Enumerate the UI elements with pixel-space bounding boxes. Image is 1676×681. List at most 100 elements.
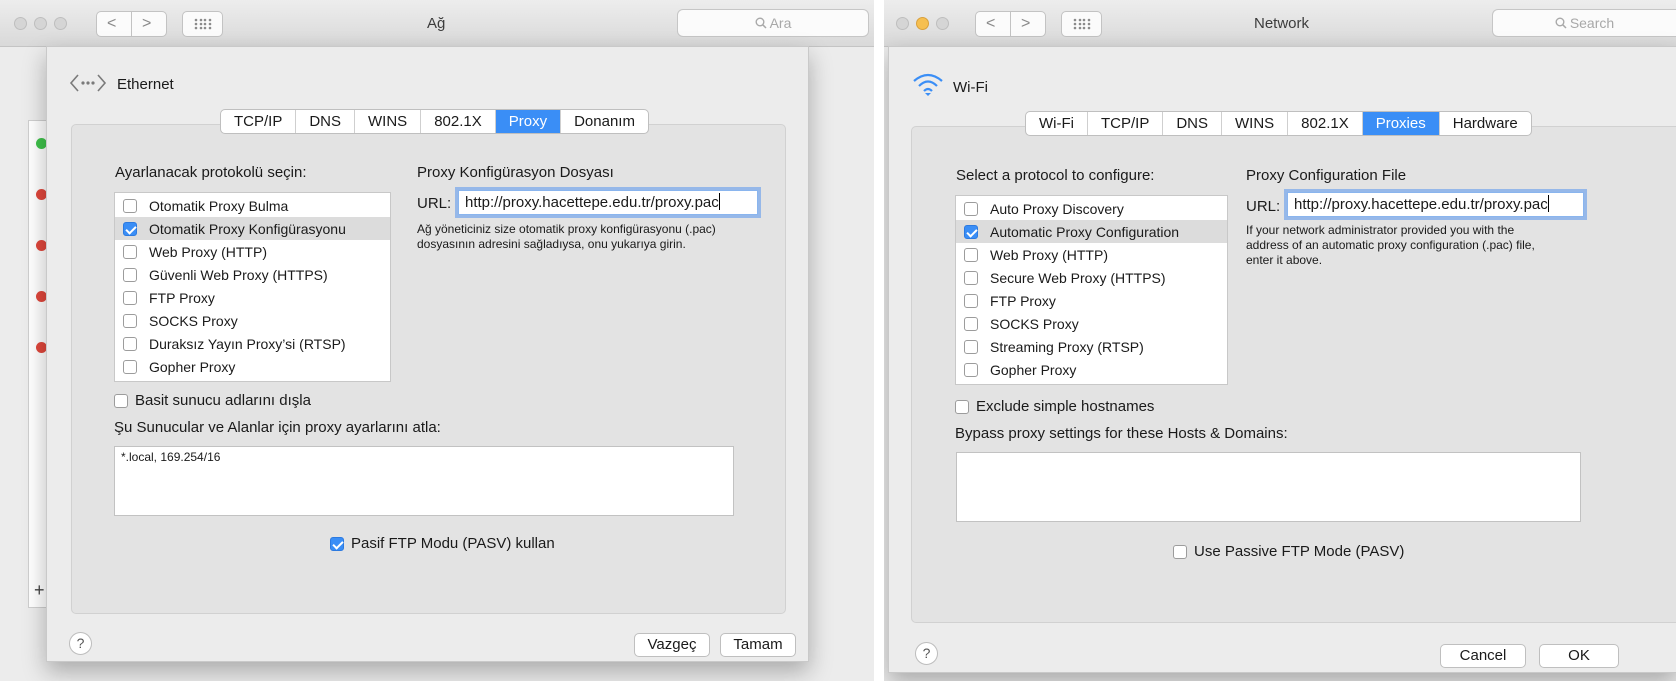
add-service-button[interactable]: + [34,580,45,601]
protocol-item[interactable]: FTP Proxy [956,289,1227,312]
protocol-item[interactable]: Automatic Proxy Configuration [956,220,1227,243]
protocol-item[interactable]: Streaming Proxy (RTSP) [956,335,1227,358]
bypass-hosts-textarea[interactable] [956,452,1581,522]
minimize-window-button[interactable] [34,17,47,30]
help-line: Ağ yöneticiniz size otomatik proxy konfi… [417,222,716,236]
protocol-checkbox[interactable] [964,316,978,331]
protocol-checkbox[interactable] [964,201,978,216]
settings-tabs: Wi-Fi TCP/IP DNS WINS 802.1X Proxies Hardware [1025,111,1532,136]
bypass-label: Bypass proxy settings for these Hosts & … [955,425,1288,442]
protocol-item[interactable]: Gopher Proxy [115,355,390,378]
passive-ftp-row[interactable]: Pasif FTP Modu (PASV) kullan [330,535,555,552]
tab-802-1x[interactable]: 802.1X [421,110,496,133]
tab-dns[interactable]: DNS [296,110,356,133]
cancel-button[interactable]: Vazgeç [634,633,710,657]
tab-hardware[interactable]: Hardware [1440,112,1531,135]
tab-802-1x[interactable]: 802.1X [1288,112,1363,135]
protocol-label-text: Gopher Proxy [990,361,1077,378]
tab-dns[interactable]: DNS [1163,112,1222,135]
back-button[interactable]: < [986,12,995,35]
protocol-item[interactable]: SOCKS Proxy [956,312,1227,335]
protocol-label: Select a protocol to configure: [956,167,1155,184]
protocol-item[interactable]: SOCKS Proxy [115,309,390,332]
show-all-button[interactable] [1061,11,1102,37]
exclude-simple-hostnames[interactable]: Basit sunucu adlarını dışla [114,392,311,409]
protocol-checkbox[interactable] [123,221,137,236]
tab-proxy[interactable]: Proxy [495,110,562,133]
search-placeholder: Ara [769,15,792,31]
tab-proxies[interactable]: Proxies [1362,112,1440,135]
help-button[interactable]: ? [915,642,938,665]
protocol-checkbox[interactable] [964,270,978,285]
protocol-label-text: Web Proxy (HTTP) [990,246,1108,263]
protocol-item[interactable]: Web Proxy (HTTP) [956,243,1227,266]
protocol-item[interactable]: Auto Proxy Discovery [956,197,1227,220]
protocol-checkbox[interactable] [123,198,137,213]
nav-divider [131,11,132,37]
tab-donan-m[interactable]: Donanım [561,110,648,133]
passive-ftp-checkbox[interactable] [1173,544,1187,559]
zoom-window-button[interactable] [936,17,949,30]
window-title: Network [1254,15,1310,32]
window-gap [874,0,884,681]
protocol-checkbox[interactable] [964,362,978,377]
protocol-label-text: Otomatik Proxy Bulma [149,197,289,214]
help-button[interactable]: ? [69,632,92,655]
close-window-button[interactable] [14,17,27,30]
protocol-item[interactable]: Secure Web Proxy (HTTPS) [956,266,1227,289]
cancel-button[interactable]: Cancel [1440,644,1526,668]
search-icon [1555,17,1567,29]
exclude-checkbox[interactable] [114,393,128,408]
protocol-item[interactable]: Gopher Proxy [956,358,1227,381]
ethernet-arrows-icon [69,74,107,92]
protocol-item[interactable]: Duraksız Yayın Proxy’si (RTSP) [115,332,390,355]
tab-wi-fi[interactable]: Wi-Fi [1026,112,1088,135]
forward-button[interactable]: > [142,12,151,35]
show-all-button[interactable] [182,11,223,37]
back-button[interactable]: < [107,12,116,35]
ok-button[interactable]: Tamam [720,633,796,657]
protocol-label-text: SOCKS Proxy [149,312,238,329]
bypass-hosts-textarea[interactable]: *.local, 169.254/16 [114,446,734,516]
protocol-checkbox[interactable] [123,244,137,259]
protocol-item[interactable]: Otomatik Proxy Konfigürasyonu [115,217,390,240]
protocol-item[interactable]: Güvenli Web Proxy (HTTPS) [115,263,390,286]
protocol-checkbox[interactable] [123,359,137,374]
protocol-checkbox[interactable] [123,313,137,328]
ok-button[interactable]: OK [1539,644,1619,668]
tab-wins[interactable]: WINS [1222,112,1289,135]
tab-tcp-ip[interactable]: TCP/IP [1088,112,1164,135]
zoom-window-button[interactable] [54,17,67,30]
protocol-item[interactable]: Otomatik Proxy Bulma [115,194,390,217]
exclude-label: Basit sunucu adlarını dışla [135,392,311,409]
forward-button[interactable]: > [1021,12,1030,35]
title-bar: < > Ağ Ara [0,0,874,47]
protocol-checkbox[interactable] [964,293,978,308]
protocol-checkbox[interactable] [123,267,137,282]
url-input[interactable]: http://proxy.hacettepe.edu.tr/proxy.pac [458,190,758,215]
minimize-window-button[interactable] [916,17,929,30]
protocol-checkbox[interactable] [964,247,978,262]
protocol-checkbox[interactable] [123,290,137,305]
passive-ftp-row[interactable]: Use Passive FTP Mode (PASV) [1173,543,1404,560]
protocol-checkbox[interactable] [964,224,978,239]
exclude-checkbox[interactable] [955,399,969,414]
protocol-label-text: Duraksız Yayın Proxy’si (RTSP) [149,335,346,352]
exclude-simple-hostnames[interactable]: Exclude simple hostnames [955,398,1154,415]
protocol-label-text: Güvenli Web Proxy (HTTPS) [149,266,328,283]
tab-tcp-ip[interactable]: TCP/IP [221,110,297,133]
text-caret [1547,195,1549,212]
nav-divider [1010,11,1011,37]
tab-wins[interactable]: WINS [355,110,422,133]
search-field[interactable]: Search [1492,9,1676,37]
protocol-item[interactable]: Web Proxy (HTTP) [115,240,390,263]
passive-ftp-checkbox[interactable] [330,536,344,551]
close-window-button[interactable] [896,17,909,30]
protocol-checkbox[interactable] [123,336,137,351]
bypass-label: Şu Sunucular ve Alanlar için proxy ayarl… [114,419,441,436]
url-label: URL: [417,195,452,212]
search-field[interactable]: Ara [677,9,869,37]
protocol-checkbox[interactable] [964,339,978,354]
url-input[interactable]: http://proxy.hacettepe.edu.tr/proxy.pac [1287,192,1584,217]
protocol-item[interactable]: FTP Proxy [115,286,390,309]
